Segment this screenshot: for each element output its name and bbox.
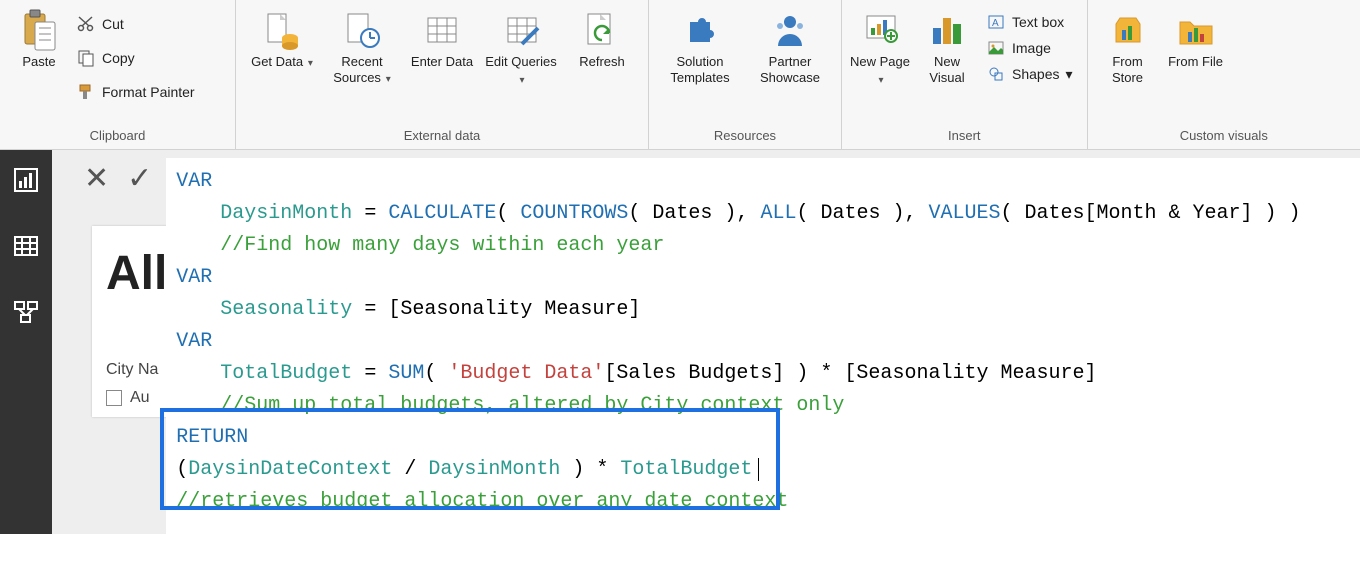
- recent-sources-icon: [342, 10, 382, 50]
- from-store-label: From Store: [1096, 54, 1160, 87]
- dropdown-caret-icon: ▾: [519, 75, 524, 86]
- svg-text:A: A: [992, 18, 999, 29]
- new-page-icon: [861, 10, 901, 50]
- formula-bar: ✕ ✓ VAR DaysinMonth = CALCULATE( COUNTRO…: [84, 158, 1360, 578]
- refresh-label: Refresh: [579, 54, 625, 70]
- ribbon-group-custom: From Store From File Custom visuals: [1088, 0, 1360, 149]
- from-file-button[interactable]: From File: [1162, 6, 1230, 74]
- model-view-button[interactable]: [8, 294, 44, 330]
- image-label: Image: [1012, 40, 1051, 56]
- edit-queries-icon: [502, 10, 542, 50]
- recent-sources-button[interactable]: Recent Sources ▾: [322, 6, 402, 91]
- clipboard-icon: [19, 10, 59, 50]
- puzzle-icon: [680, 10, 720, 50]
- scissors-icon: [76, 14, 96, 34]
- copy-label: Copy: [102, 50, 135, 66]
- edit-queries-button[interactable]: Edit Queries ▾: [482, 6, 562, 91]
- recent-sources-label: Recent Sources: [333, 54, 382, 85]
- ribbon: Paste Cut Copy: [0, 0, 1360, 150]
- new-visual-button[interactable]: New Visual: [914, 6, 980, 91]
- store-icon: [1108, 10, 1148, 50]
- solution-templates-label: Solution Templates: [657, 54, 743, 87]
- ribbon-group-insert: New Page ▾ New Visual A Text box: [842, 0, 1088, 149]
- resources-group-title: Resources: [655, 124, 835, 149]
- report-canvas: Allo City Na Au ✕ ✓ VAR DaysinMonth = CA…: [52, 150, 1360, 534]
- paste-button[interactable]: Paste: [6, 6, 72, 74]
- text-box-label: Text box: [1012, 14, 1064, 30]
- text-box-icon: A: [986, 12, 1006, 32]
- image-button[interactable]: Image: [982, 36, 1077, 60]
- custom-group-title: Custom visuals: [1094, 124, 1354, 149]
- cut-button[interactable]: Cut: [72, 12, 199, 36]
- from-file-label: From File: [1168, 54, 1223, 70]
- enter-data-icon: [422, 10, 462, 50]
- shapes-button[interactable]: Shapes ▾: [982, 62, 1077, 86]
- new-visual-label: New Visual: [916, 54, 978, 87]
- copy-button[interactable]: Copy: [72, 46, 199, 70]
- enter-data-button[interactable]: Enter Data: [402, 6, 482, 74]
- format-painter-label: Format Painter: [102, 84, 195, 100]
- data-view-button[interactable]: [8, 228, 44, 264]
- view-switcher: [0, 150, 52, 534]
- get-data-icon: [262, 10, 302, 50]
- dropdown-caret-icon: ▾: [383, 74, 391, 85]
- ribbon-group-external: Get Data ▾ Recent Sources ▾ Enter Data E…: [236, 0, 649, 149]
- refresh-button[interactable]: Refresh: [562, 6, 642, 74]
- bar-chart-icon: [927, 10, 967, 50]
- image-icon: [986, 38, 1006, 58]
- shapes-label: Shapes: [1012, 66, 1059, 82]
- enter-data-label: Enter Data: [411, 54, 473, 70]
- new-page-button[interactable]: New Page ▾: [848, 6, 914, 91]
- partner-showcase-button[interactable]: Partner Showcase: [745, 6, 835, 91]
- paste-label: Paste: [22, 54, 55, 70]
- new-page-label: New Page: [850, 54, 910, 69]
- copy-icon: [76, 48, 96, 68]
- format-painter-button[interactable]: Format Painter: [72, 80, 199, 104]
- report-view-button[interactable]: [8, 162, 44, 198]
- refresh-icon: [582, 10, 622, 50]
- from-store-button[interactable]: From Store: [1094, 6, 1162, 91]
- ribbon-group-clipboard: Paste Cut Copy: [0, 0, 236, 149]
- dax-editor[interactable]: VAR DaysinMonth = CALCULATE( COUNTROWS( …: [166, 158, 1360, 578]
- dropdown-caret-icon: ▾: [878, 75, 883, 86]
- text-box-button[interactable]: A Text box: [982, 10, 1077, 34]
- code-token: VAR: [176, 170, 212, 193]
- partner-showcase-label: Partner Showcase: [747, 54, 833, 87]
- ribbon-group-resources: Solution Templates Partner Showcase Reso…: [649, 0, 842, 149]
- get-data-button[interactable]: Get Data ▾: [242, 6, 322, 75]
- edit-queries-label: Edit Queries: [485, 54, 557, 69]
- get-data-label: Get Data: [251, 54, 303, 69]
- brush-icon: [76, 82, 96, 102]
- cancel-formula-button[interactable]: ✕: [84, 164, 109, 194]
- folder-chart-icon: [1176, 10, 1216, 50]
- clipboard-group-title: Clipboard: [6, 124, 229, 149]
- dropdown-caret-icon: ▾: [1065, 66, 1072, 83]
- solution-templates-button[interactable]: Solution Templates: [655, 6, 745, 91]
- cut-label: Cut: [102, 16, 124, 32]
- shapes-icon: [986, 64, 1006, 84]
- commit-formula-button[interactable]: ✓: [127, 164, 152, 194]
- insert-group-title: Insert: [848, 124, 1081, 149]
- text-cursor-icon: [758, 458, 772, 481]
- person-icon: [770, 10, 810, 50]
- external-group-title: External data: [242, 124, 642, 149]
- main-area: Allo City Na Au ✕ ✓ VAR DaysinMonth = CA…: [0, 150, 1360, 534]
- dropdown-caret-icon: ▾: [305, 58, 313, 69]
